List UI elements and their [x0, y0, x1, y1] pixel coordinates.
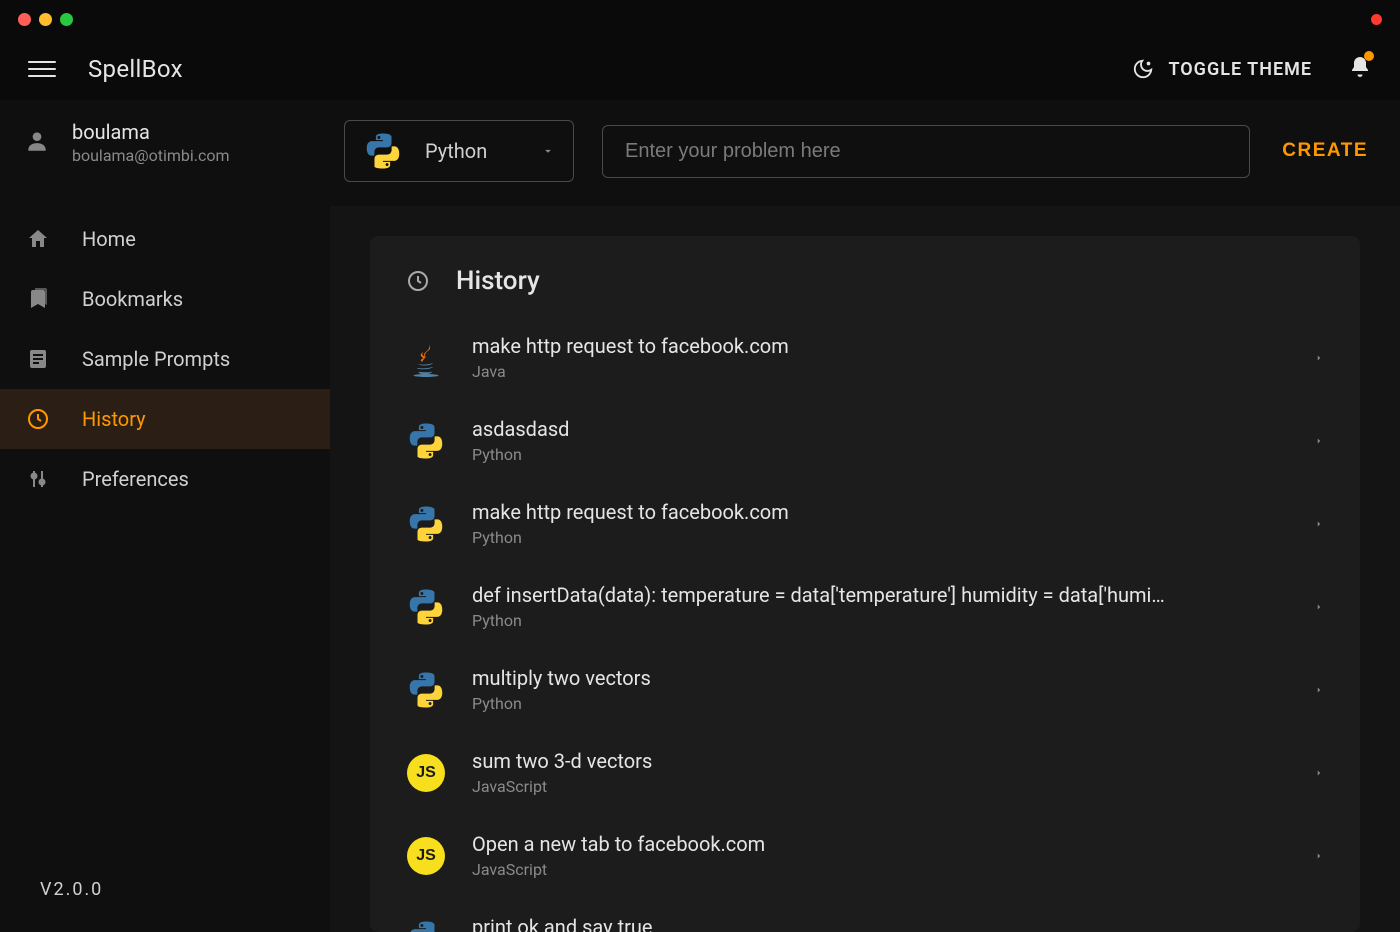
- avatar-icon: [24, 128, 50, 158]
- app-header: SpellBox TOGGLE THEME: [0, 38, 1400, 100]
- history-item-lang: JavaScript: [472, 777, 1280, 796]
- chevron-right-icon: [1314, 850, 1324, 862]
- clock-icon: [406, 269, 430, 293]
- language-icon: [406, 919, 446, 932]
- recording-indicator-icon: [1371, 14, 1382, 25]
- history-item[interactable]: asdasdasd Python: [406, 399, 1324, 482]
- maximize-window-icon[interactable]: [60, 13, 73, 26]
- history-item[interactable]: make http request to facebook.com Java: [406, 316, 1324, 399]
- history-item-title: make http request to facebook.com: [472, 334, 1280, 358]
- history-item-lang: Python: [472, 694, 1280, 713]
- sidebar-item-label: Home: [82, 227, 136, 251]
- language-icon: JS: [406, 836, 446, 876]
- chevron-right-icon: [1314, 352, 1324, 364]
- history-item-title: print ok and say true: [472, 915, 1280, 932]
- history-list: make http request to facebook.com Java asd…: [406, 316, 1324, 932]
- sidebar-item-label: Bookmarks: [82, 287, 183, 311]
- close-window-icon[interactable]: [18, 13, 31, 26]
- user-email: boulama@otimbi.com: [72, 146, 230, 165]
- hamburger-menu-icon[interactable]: [28, 55, 56, 83]
- chevron-right-icon: [1314, 601, 1324, 613]
- main-content: Python CREATE History make http request …: [330, 100, 1400, 932]
- history-item[interactable]: multiply two vectors Python: [406, 648, 1324, 731]
- history-item[interactable]: make http request to facebook.com Python: [406, 482, 1324, 565]
- history-item[interactable]: def insertData(data): temperature = data…: [406, 565, 1324, 648]
- sidebar-item-label: Sample Prompts: [82, 347, 230, 371]
- language-icon: [406, 587, 446, 627]
- notifications-button[interactable]: [1348, 55, 1372, 83]
- app-title: SpellBox: [88, 55, 183, 83]
- history-item-lang: Python: [472, 528, 1280, 547]
- sidebar-item-preferences[interactable]: Preferences: [0, 449, 330, 509]
- chevron-right-icon: [1314, 435, 1324, 447]
- language-select[interactable]: Python: [344, 120, 574, 182]
- user-name: boulama: [72, 120, 230, 144]
- history-item-lang: Python: [472, 445, 1280, 464]
- language-icon: [406, 338, 446, 378]
- language-icon: [406, 421, 446, 461]
- sidebar-item-label: History: [82, 407, 146, 431]
- home-icon: [24, 227, 52, 251]
- document-icon: [24, 347, 52, 371]
- sliders-icon: [24, 467, 52, 491]
- history-item-title: make http request to facebook.com: [472, 500, 1280, 524]
- history-item-title: asdasdasd: [472, 417, 1280, 441]
- user-profile[interactable]: boulama boulama@otimbi.com: [0, 108, 330, 189]
- sidebar-nav: Home Bookmarks Sample Prompts History: [0, 209, 330, 509]
- moon-icon: [1132, 58, 1154, 80]
- python-icon: [363, 131, 403, 171]
- clock-icon: [24, 407, 52, 431]
- sidebar-item-history[interactable]: History: [0, 389, 330, 449]
- language-select-label: Python: [425, 139, 527, 163]
- history-item-lang: Python: [472, 611, 1280, 630]
- history-item-title: multiply two vectors: [472, 666, 1280, 690]
- history-panel: History make http request to facebook.co…: [370, 236, 1360, 932]
- history-item-title: sum two 3-d vectors: [472, 749, 1280, 773]
- chevron-right-icon: [1314, 684, 1324, 696]
- create-button[interactable]: CREATE: [1278, 132, 1372, 170]
- history-item-title: def insertData(data): temperature = data…: [472, 583, 1280, 607]
- minimize-window-icon[interactable]: [39, 13, 52, 26]
- notification-dot-icon: [1364, 51, 1374, 61]
- language-icon: [406, 504, 446, 544]
- sidebar: boulama boulama@otimbi.com Home Bookmark…: [0, 100, 330, 932]
- chevron-right-icon: [1314, 767, 1324, 779]
- bookmarks-icon: [24, 287, 52, 311]
- language-icon: JS: [406, 753, 446, 793]
- sidebar-item-home[interactable]: Home: [0, 209, 330, 269]
- panel-title: History: [456, 266, 540, 296]
- sidebar-item-bookmarks[interactable]: Bookmarks: [0, 269, 330, 329]
- history-item-lang: Java: [472, 362, 1280, 381]
- window-chrome: [0, 0, 1400, 38]
- history-item[interactable]: JS Open a new tab to facebook.com JavaScri…: [406, 814, 1324, 897]
- history-item[interactable]: print ok and say truePython: [406, 897, 1324, 932]
- composer-bar: Python CREATE: [330, 100, 1400, 206]
- history-item[interactable]: JS sum two 3-d vectors JavaScript: [406, 731, 1324, 814]
- problem-input[interactable]: [602, 125, 1250, 178]
- language-icon: [406, 670, 446, 710]
- version-label: V2.0.0: [0, 847, 330, 932]
- sidebar-item-label: Preferences: [82, 467, 189, 491]
- sidebar-item-sample-prompts[interactable]: Sample Prompts: [0, 329, 330, 389]
- history-item-lang: JavaScript: [472, 860, 1280, 879]
- history-item-title: Open a new tab to facebook.com: [472, 832, 1280, 856]
- chevron-down-icon: [541, 144, 555, 158]
- chevron-right-icon: [1314, 518, 1324, 530]
- toggle-theme-button[interactable]: TOGGLE THEME: [1132, 58, 1312, 80]
- toggle-theme-label: TOGGLE THEME: [1168, 59, 1312, 80]
- traffic-lights: [18, 13, 73, 26]
